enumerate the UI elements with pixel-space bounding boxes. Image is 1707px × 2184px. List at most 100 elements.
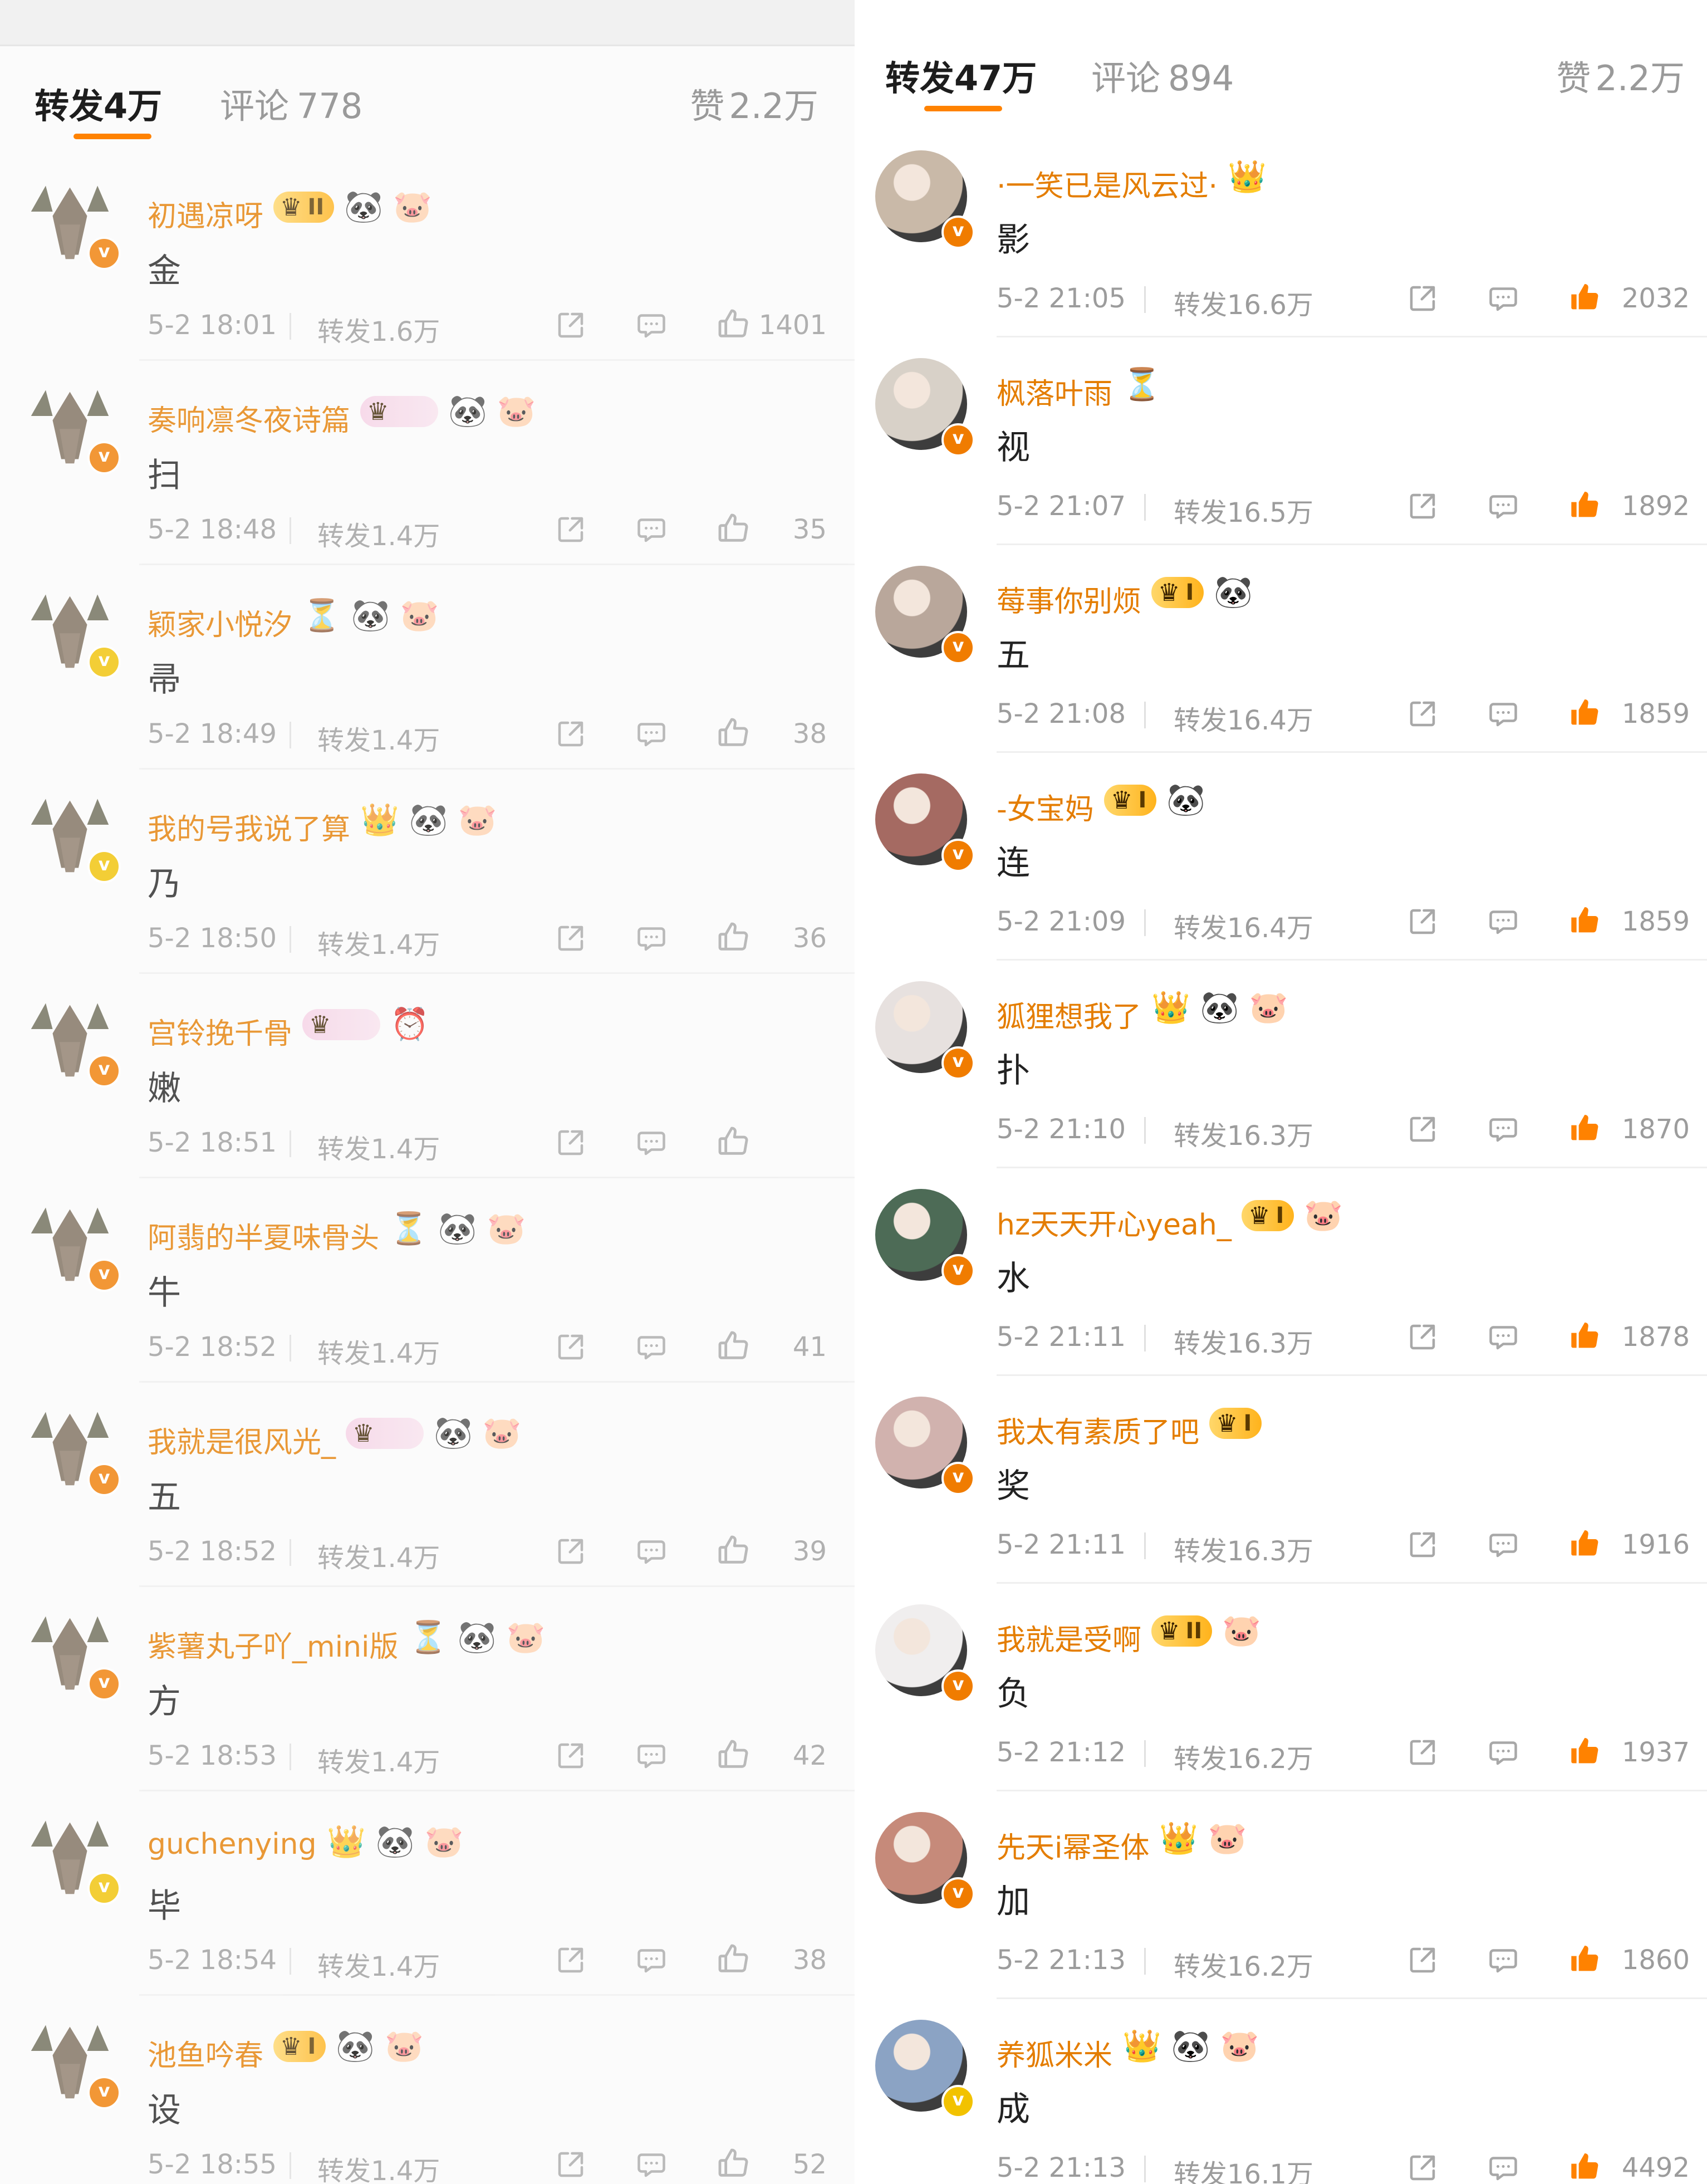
username[interactable]: 颖家小悦汐 [148, 601, 292, 643]
comment-bubble-icon[interactable] [1487, 1113, 1520, 1148]
thumbs-up-icon[interactable] [1566, 1318, 1602, 1356]
share-icon[interactable] [554, 717, 587, 753]
thumbs-up-icon[interactable] [715, 2146, 751, 2183]
comment-bubble-icon[interactable] [635, 1739, 668, 1775]
share-icon[interactable] [1406, 282, 1439, 317]
repost-count[interactable]: 转发16.3万 [1174, 1114, 1313, 1153]
thumbs-up-icon[interactable] [715, 715, 751, 753]
share-icon[interactable] [1406, 1943, 1439, 1979]
comment-bubble-icon[interactable] [1487, 2151, 1520, 2184]
comment-bubble-icon[interactable] [1487, 1528, 1520, 1564]
username[interactable]: 宫铃挽千骨 [148, 1010, 292, 1052]
share-icon[interactable] [1406, 1113, 1439, 1148]
repost-count[interactable]: 转发16.1万 [1174, 2152, 1313, 2184]
thumbs-up-icon[interactable] [715, 1737, 751, 1775]
comment-bubble-icon[interactable] [635, 922, 668, 957]
repost-count[interactable]: 转发16.2万 [1174, 1945, 1313, 1984]
share-icon[interactable] [554, 1330, 587, 1366]
comment-bubble-icon[interactable] [635, 1330, 668, 1366]
username[interactable]: 养狐米米 [997, 2032, 1112, 2074]
thumbs-up-icon[interactable] [1566, 1941, 1602, 1979]
username[interactable]: -女宝妈 [997, 786, 1094, 827]
comment-bubble-icon[interactable] [635, 1535, 668, 1570]
repost-count[interactable]: 转发1.4万 [317, 2149, 440, 2184]
username[interactable]: 阿翡的半夏味骨头 [148, 1215, 379, 1256]
username[interactable]: 我太有素质了吧 [997, 1409, 1199, 1451]
share-icon[interactable] [1406, 1320, 1439, 1356]
comment-bubble-icon[interactable] [635, 2148, 668, 2183]
repost-count[interactable]: 转发1.4万 [317, 514, 440, 553]
share-icon[interactable] [554, 922, 587, 957]
username[interactable]: 狐狸想我了 [997, 993, 1141, 1035]
comment-bubble-icon[interactable] [1487, 489, 1520, 525]
thumbs-up-icon[interactable] [1566, 280, 1602, 317]
repost-count[interactable]: 转发16.5万 [1174, 491, 1313, 530]
thumbs-up-icon[interactable] [1566, 903, 1602, 941]
thumbs-up-icon[interactable] [1566, 695, 1602, 733]
username[interactable]: 枫落叶雨 [997, 370, 1112, 412]
share-icon[interactable] [554, 1535, 587, 1570]
username[interactable]: ·一笑已是风云过· [997, 163, 1218, 204]
share-icon[interactable] [1406, 489, 1439, 525]
username[interactable]: 莓事你别烦 [997, 578, 1141, 620]
username[interactable]: guchenying [148, 1828, 317, 1861]
comment-bubble-icon[interactable] [1487, 1736, 1520, 1771]
tab-reposts[interactable]: 转发47万 [885, 50, 1037, 100]
share-icon[interactable] [1406, 2151, 1439, 2184]
tab-likes[interactable]: 赞 2.2万 [690, 78, 818, 128]
username[interactable]: hz天天开心yeah_ [997, 1201, 1232, 1243]
thumbs-up-icon[interactable] [1566, 2149, 1602, 2184]
comment-bubble-icon[interactable] [635, 1943, 668, 1979]
thumbs-up-icon[interactable] [715, 919, 751, 957]
share-icon[interactable] [1406, 697, 1439, 733]
share-icon[interactable] [554, 2148, 587, 2183]
repost-count[interactable]: 转发1.4万 [317, 718, 440, 757]
comment-bubble-icon[interactable] [635, 1126, 668, 1162]
username[interactable]: 紫薯丸子吖_mini版 [148, 1623, 399, 1665]
repost-count[interactable]: 转发16.2万 [1174, 1737, 1313, 1776]
repost-count[interactable]: 转发1.4万 [317, 1331, 440, 1370]
tab-comments[interactable]: 评论 778 [220, 78, 362, 128]
repost-count[interactable]: 转发16.4万 [1174, 698, 1313, 737]
share-icon[interactable] [1406, 1736, 1439, 1771]
username[interactable]: 奏响凛冬夜诗篇 [148, 397, 350, 439]
repost-count[interactable]: 转发1.6万 [317, 310, 440, 349]
thumbs-up-icon[interactable] [1566, 487, 1602, 525]
repost-count[interactable]: 转发1.4万 [317, 1536, 440, 1575]
share-icon[interactable] [1406, 905, 1439, 941]
username[interactable]: 我就是受啊 [997, 1617, 1141, 1658]
username[interactable]: 我的号我说了算 [148, 806, 350, 848]
username[interactable]: 我就是很风光_ [148, 1419, 336, 1461]
repost-count[interactable]: 转发16.6万 [1174, 283, 1313, 322]
repost-count[interactable]: 转发1.4万 [317, 1127, 440, 1166]
thumbs-up-icon[interactable] [1566, 1110, 1602, 1148]
repost-count[interactable]: 转发16.3万 [1174, 1529, 1313, 1568]
share-icon[interactable] [554, 1739, 587, 1775]
thumbs-up-icon[interactable] [1566, 1526, 1602, 1564]
username[interactable]: 池鱼吟春 [148, 2032, 263, 2074]
comment-bubble-icon[interactable] [1487, 282, 1520, 317]
tab-comments[interactable]: 评论 894 [1091, 50, 1234, 100]
username[interactable]: 先天i幂圣体 [997, 1824, 1149, 1866]
comment-bubble-icon[interactable] [635, 717, 668, 753]
thumbs-up-icon[interactable] [715, 306, 751, 344]
thumbs-up-icon[interactable] [715, 1124, 751, 1162]
thumbs-up-icon[interactable] [715, 1532, 751, 1570]
thumbs-up-icon[interactable] [715, 1328, 751, 1366]
tab-likes[interactable]: 赞 2.2万 [1556, 50, 1685, 100]
comment-bubble-icon[interactable] [635, 308, 668, 344]
share-icon[interactable] [554, 1126, 587, 1162]
thumbs-up-icon[interactable] [1566, 1734, 1602, 1771]
repost-count[interactable]: 转发1.4万 [317, 1740, 440, 1779]
share-icon[interactable] [554, 1943, 587, 1979]
share-icon[interactable] [1406, 1528, 1439, 1564]
repost-count[interactable]: 转发1.4万 [317, 923, 440, 962]
comment-bubble-icon[interactable] [1487, 697, 1520, 733]
comment-bubble-icon[interactable] [1487, 1943, 1520, 1979]
share-icon[interactable] [554, 513, 587, 549]
tab-reposts[interactable]: 转发4万 [35, 78, 162, 128]
repost-count[interactable]: 转发1.4万 [317, 1945, 440, 1984]
share-icon[interactable] [554, 308, 587, 344]
comment-bubble-icon[interactable] [635, 513, 668, 549]
username[interactable]: 初遇凉呀 [148, 193, 263, 234]
